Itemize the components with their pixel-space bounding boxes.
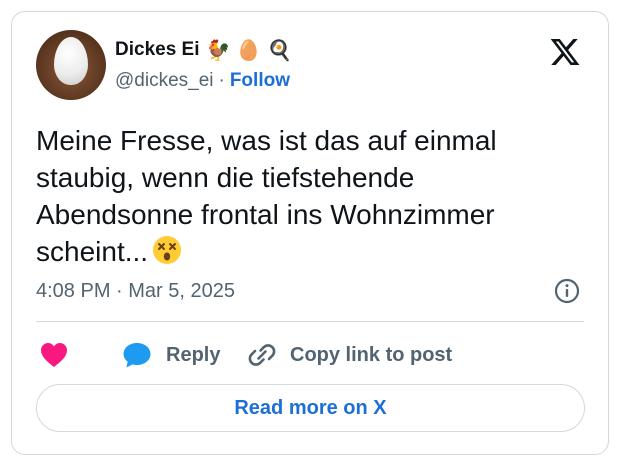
tweet-timestamp[interactable]: 4:08 PM · Mar 5, 2025: [36, 280, 235, 303]
author-handle-row: @dickes_ei · Follow: [115, 70, 290, 92]
author-name-row: Dickes Ei 🐓 🥚 🍳: [115, 38, 292, 62]
copy-link-button[interactable]: Copy link to post: [248, 338, 452, 372]
heart-icon[interactable]: [40, 342, 68, 368]
read-more-button[interactable]: Read more on X: [36, 384, 585, 432]
copy-link-label: Copy link to post: [290, 343, 453, 366]
info-icon[interactable]: [554, 278, 580, 304]
follow-link[interactable]: Follow: [230, 70, 290, 92]
action-bar: Reply Copy link to post: [36, 338, 586, 372]
author-display-name[interactable]: Dickes Ei: [115, 39, 200, 61]
dizzy-face-emoji-icon: [153, 236, 182, 264]
read-more-label: Read more on X: [234, 396, 387, 419]
fried-egg-emoji: 🍳: [267, 38, 293, 62]
egg-avatar-image: [54, 37, 88, 85]
link-icon: [248, 344, 276, 366]
separator-dot: ·: [218, 70, 225, 91]
divider: [36, 321, 584, 322]
avatar[interactable]: [36, 30, 106, 100]
reply-button[interactable]: Reply: [122, 338, 220, 372]
author-handle[interactable]: @dickes_ei: [115, 70, 214, 92]
rooster-emoji: 🐓: [205, 38, 231, 62]
egg-emoji: 🥚: [236, 38, 262, 62]
tweet-text: Meine Fresse, was ist das auf einmal sta…: [36, 122, 576, 270]
x-logo-icon[interactable]: [548, 36, 582, 68]
tweet-embed-card: Dickes Ei 🐓 🥚 🍳 @dickes_ei · Follow Mein…: [11, 11, 609, 455]
tweet-body: Meine Fresse, was ist das auf einmal sta…: [36, 125, 497, 267]
reply-label: Reply: [166, 343, 221, 366]
reply-bubble-icon: [123, 343, 151, 368]
